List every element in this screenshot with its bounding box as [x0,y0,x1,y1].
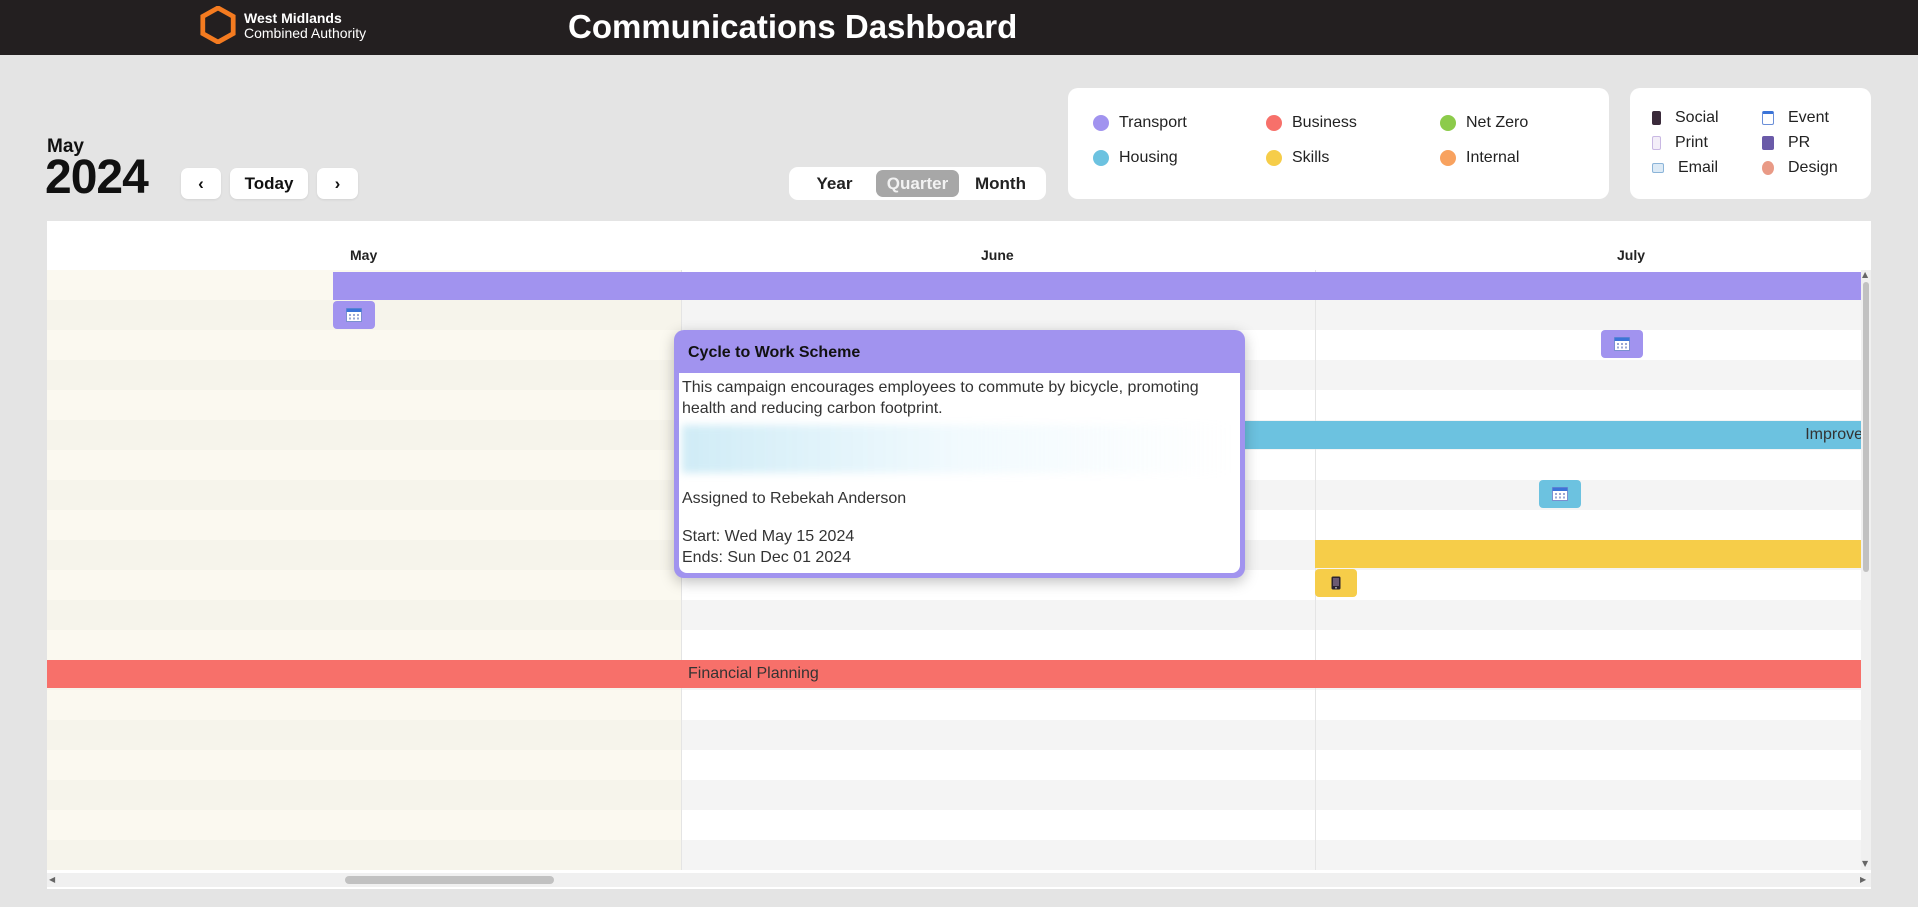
grid-row [47,300,1861,330]
legend-pr[interactable]: PR [1762,134,1810,152]
top-bar: West Midlands Combined Authority Communi… [0,0,1918,55]
grid-row [47,630,1861,660]
month-header-june: June [981,247,1014,263]
skills-campaign-bar[interactable] [1315,540,1861,568]
prev-button[interactable]: ‹ [181,168,221,199]
transport-dot [1093,115,1109,131]
legend-label: Housing [1119,149,1178,166]
legend-net-zero[interactable]: Net Zero [1440,114,1528,132]
popup-end-date: Ends: Sun Dec 01 2024 [682,549,852,566]
legend-housing[interactable]: Housing [1093,149,1178,167]
popup-description: This campaign encourages employees to co… [682,379,1199,417]
internal-dot [1440,150,1456,166]
legend-label: Skills [1292,149,1330,166]
transport-campaign-bar[interactable] [333,272,1861,300]
vertical-scroll-thumb[interactable] [1863,282,1869,572]
transport-event[interactable] [333,301,375,329]
legend-email[interactable]: Email [1652,159,1718,177]
legend-label: Net Zero [1466,114,1529,131]
month-header-may: May [350,247,378,263]
legend-label: PR [1788,134,1811,151]
legend-label: Design [1788,159,1838,176]
envelope-icon [1652,163,1664,173]
legend-label: Social [1675,109,1719,126]
type-legend: Social Event Print PR Email Design [1630,88,1871,199]
month-header-july: July [1617,247,1646,263]
legend-event[interactable]: Event [1762,109,1829,127]
megaphone-icon [1762,136,1774,150]
legend-internal[interactable]: Internal [1440,149,1519,167]
legend-label: Event [1788,109,1829,126]
theme-legend: Transport Business Net Zero Housing Skil… [1068,88,1609,199]
legend-print[interactable]: Print [1652,134,1708,152]
housing-campaign-label: Improve [1805,426,1861,443]
vertical-scrollbar[interactable]: ▲ ▼ [1861,270,1871,870]
grid-row [47,780,1861,810]
legend-transport[interactable]: Transport [1093,114,1187,132]
campaign-popup: Cycle to Work Scheme This campaign encou… [674,330,1245,578]
skills-event[interactable] [1315,569,1357,597]
grid-row [47,690,1861,720]
grid-row [47,840,1861,870]
popup-assignee: Assigned to Rebekah Anderson [682,490,907,507]
legend-design[interactable]: Design [1762,159,1838,177]
view-switch: Year Quarter Month [789,167,1046,200]
legend-skills[interactable]: Skills [1266,149,1329,167]
wmca-logo-icon [200,6,236,44]
calendar-icon [1552,487,1568,501]
document-icon [1652,136,1661,150]
popup-start-date: Start: Wed May 15 2024 [682,528,855,545]
grid-row [47,810,1861,840]
skills-dot [1266,150,1282,166]
today-button[interactable]: Today [230,168,308,199]
grid-row [47,600,1861,630]
view-month-button[interactable]: Month [959,170,1042,197]
popup-body: This campaign encourages employees to co… [679,373,1240,573]
business-dot [1266,115,1282,131]
phone-icon [1652,111,1661,125]
legend-label: Email [1678,159,1719,176]
housing-dot [1093,150,1109,166]
legend-label: Business [1292,114,1357,131]
calendar-icon [1762,111,1774,125]
legend-social[interactable]: Social [1652,109,1719,127]
grid-row [47,750,1861,780]
page-title: Communications Dashboard [568,8,1018,45]
horizontal-scroll-thumb[interactable] [345,876,554,884]
view-year-button[interactable]: Year [793,170,876,197]
popup-title: Cycle to Work Scheme [688,344,861,361]
horizontal-scrollbar[interactable]: ◀ ▶ [47,873,1871,887]
current-year: 2024 [45,151,149,204]
popup-blurred-area [682,425,1232,473]
palette-icon [1762,161,1774,175]
phone-icon [1331,576,1341,590]
org-name-line1: West Midlands [244,10,342,26]
transport-event[interactable] [1601,330,1643,358]
housing-event[interactable] [1539,480,1581,508]
legend-label: Transport [1119,114,1187,131]
calendar-icon [1614,337,1630,351]
next-button[interactable]: › [317,168,358,199]
calendar-icon [346,308,362,322]
net-zero-dot [1440,115,1456,131]
housing-campaign-bar[interactable]: Improve [1227,421,1861,449]
legend-label: Print [1675,134,1708,151]
business-campaign-bar[interactable]: Financial Planning [47,660,1861,688]
grid-row [47,720,1861,750]
legend-label: Internal [1466,149,1520,166]
business-campaign-label: Financial Planning [688,665,819,682]
org-name-line2: Combined Authority [244,25,367,41]
legend-business[interactable]: Business [1266,114,1357,132]
view-quarter-button[interactable]: Quarter [876,170,959,197]
org-name: West Midlands Combined Authority [244,11,366,41]
